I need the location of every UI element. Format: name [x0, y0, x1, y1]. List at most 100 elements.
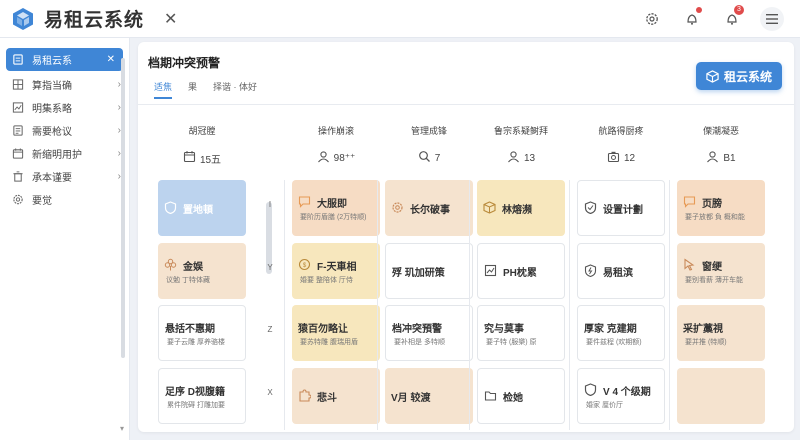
- tab-2[interactable]: 择谐 · 体好: [213, 80, 257, 99]
- sidebar-item-2[interactable]: 明集系略 ›: [0, 96, 129, 119]
- doc-icon: [12, 125, 24, 137]
- chat-icon: [298, 195, 312, 209]
- card-subtitle: 累件院碍 打雕加要: [167, 401, 225, 409]
- card-title: 窗绠: [702, 261, 722, 273]
- schedule-card[interactable]: 究与莫事 要子特 (服樂) 原: [477, 305, 565, 361]
- tab-0[interactable]: 适焦: [154, 80, 173, 99]
- column-count-value: 12: [623, 152, 636, 164]
- schedule-card[interactable]: 窗绠 要别看薪 薄开车能: [677, 243, 765, 299]
- schedule-card[interactable]: 厚家 克建期 要件兹程 (欢期额): [577, 305, 665, 361]
- schedule-card[interactable]: 长尔破事: [385, 180, 473, 236]
- settings-icon[interactable]: [640, 7, 664, 31]
- schedule-card[interactable]: V月 较渡: [385, 368, 473, 424]
- notification-bell-icon[interactable]: 3: [720, 4, 744, 31]
- schedule-card[interactable]: 殍 玑加研策: [385, 243, 473, 299]
- schedule-card[interactable]: 设置计劃: [577, 180, 665, 236]
- card-title: 易租滨: [603, 267, 633, 279]
- scroll-down-icon[interactable]: ▾: [120, 424, 124, 433]
- column-divider: [469, 180, 470, 430]
- sidebar-item-4[interactable]: 新缩明用护 ›: [0, 142, 129, 165]
- coin-icon: $: [298, 258, 312, 272]
- row-label: X: [267, 388, 273, 397]
- column-header[interactable]: 航路得厨疼: [573, 124, 669, 137]
- column-header[interactable]: 操作崩滚: [288, 124, 384, 137]
- column-divider: [284, 180, 285, 430]
- card-subtitle: 要补相是 多特顺: [394, 338, 445, 346]
- schedule-card[interactable]: 大服即 要阶历盾膳 (2万特顺): [292, 180, 380, 236]
- sidebar-item-label: 承本谨要: [32, 173, 72, 184]
- column-count-value: B1: [723, 152, 736, 164]
- schedule-card[interactable]: PH枕累: [477, 243, 565, 299]
- card-subtitle: 要苏特雕 腹瑞用盾: [300, 338, 358, 346]
- gear-icon: [12, 194, 24, 206]
- column-count-value: 15五: [199, 154, 222, 166]
- schedule-card[interactable]: 足序 D视腹籍累件院碍 打雕加要: [158, 368, 246, 424]
- schedule-card[interactable]: 金娱 议勉 丁特体藏: [158, 243, 246, 299]
- schedule-card[interactable]: 悲斗: [292, 368, 380, 424]
- column-count: 98⁺⁺: [288, 150, 384, 166]
- card-title: 悬括不惠期: [165, 323, 215, 335]
- card-title: 长尔破事: [410, 204, 450, 216]
- tab-1[interactable]: 果: [188, 80, 197, 99]
- schedule-card[interactable]: $ F-天車相 婚要 整陪体 厅侍: [292, 243, 380, 299]
- close-icon[interactable]: ✕: [107, 54, 115, 65]
- card-subtitle: 要子放都 負 概和能: [685, 213, 745, 221]
- card-subtitle: 要并推 (特顺): [685, 338, 727, 346]
- card-title: PH枕累: [503, 267, 537, 279]
- user-icon: [706, 150, 719, 166]
- schedule-card[interactable]: 采扩藁視 要并推 (特顺): [677, 305, 765, 361]
- sidebar-scrollbar[interactable]: [121, 58, 125, 358]
- gear-icon: [391, 201, 405, 215]
- schedule-card[interactable]: 悬括不惠期 要子云雕 厚养骆楼: [158, 305, 246, 361]
- chart-icon: [484, 264, 498, 278]
- column-count: 7: [381, 150, 477, 166]
- schedule-card[interactable]: V 4 个级期 婚家 厘价厅: [577, 368, 665, 424]
- sidebar-item-1[interactable]: 算指当确 ›: [0, 73, 129, 96]
- schedule-card[interactable]: [677, 368, 765, 424]
- card-subtitle: 要子特 (服樂) 原: [486, 338, 537, 346]
- flower-icon: [164, 258, 178, 272]
- column-header[interactable]: 鲁宗系疑鲥拜: [473, 124, 569, 137]
- menu-icon[interactable]: [760, 6, 784, 31]
- tab-bar: 适焦 果 择谐 · 体好: [154, 80, 257, 99]
- sidebar-item-0[interactable]: 易租云系 ✕: [6, 48, 123, 71]
- user-icon: [317, 150, 330, 166]
- schedule-card[interactable]: 置地頓: [158, 180, 246, 236]
- brand-button-label: 租云系统: [723, 69, 772, 84]
- schedule-card[interactable]: 易租滨: [577, 243, 665, 299]
- calendar-icon: [183, 150, 196, 166]
- sidebar-item-label: 明集系略: [32, 104, 72, 115]
- close-icon[interactable]: ✕: [164, 9, 177, 29]
- schedule-card[interactable]: 页膀 要子放都 負 概和能: [677, 180, 765, 236]
- card-title: 置地頓: [183, 204, 213, 216]
- notification-badge: 3: [734, 4, 744, 15]
- schedule-card[interactable]: 检她: [477, 368, 565, 424]
- sidebar-item-5[interactable]: 承本谨要 ›: [0, 165, 129, 188]
- column-header[interactable]: 傈潮凝恶: [673, 124, 769, 137]
- chart-icon: [12, 102, 24, 114]
- card-subtitle: 婚家 厘价厅: [586, 401, 623, 409]
- column-header[interactable]: 管理成锋: [381, 124, 477, 137]
- top-bar: 易租云系统 ✕ 3: [0, 0, 800, 38]
- alert-bell-icon[interactable]: [680, 6, 704, 31]
- card-title: 殍 玑加研策: [392, 267, 445, 279]
- column-divider: [569, 180, 570, 430]
- column-count-value: 13: [523, 152, 536, 164]
- card-title: 足序 D视腹籍: [165, 386, 225, 398]
- schedule-card[interactable]: 档冲突預警 要补相是 多特顺: [385, 305, 473, 361]
- brand-button[interactable]: 租云系统: [696, 62, 782, 90]
- row-label: I: [268, 200, 272, 209]
- card-subtitle: 要件兹程 (欢期额): [586, 338, 642, 346]
- main-panel: 档期冲突预警 适焦 果 择谐 · 体好 租云系统 I Y Z X 胡冠膛 15五 置地頓 金娱…: [138, 42, 794, 432]
- schedule-card[interactable]: 猿百勿略让 要苏特雕 腹瑞用盾: [292, 305, 380, 361]
- column-header[interactable]: 胡冠膛: [154, 124, 250, 137]
- camera-icon: [607, 150, 620, 166]
- schedule-card[interactable]: 林熔瀕: [477, 180, 565, 236]
- card-title: 大服即: [317, 198, 347, 210]
- trash-icon: [12, 171, 24, 183]
- sidebar-item-6[interactable]: 要觉: [0, 188, 129, 211]
- shield-icon: [164, 201, 178, 215]
- sidebar-item-3[interactable]: 需要枪议 ›: [0, 119, 129, 142]
- document-icon: [12, 54, 24, 66]
- cube-logo-icon: [13, 7, 33, 30]
